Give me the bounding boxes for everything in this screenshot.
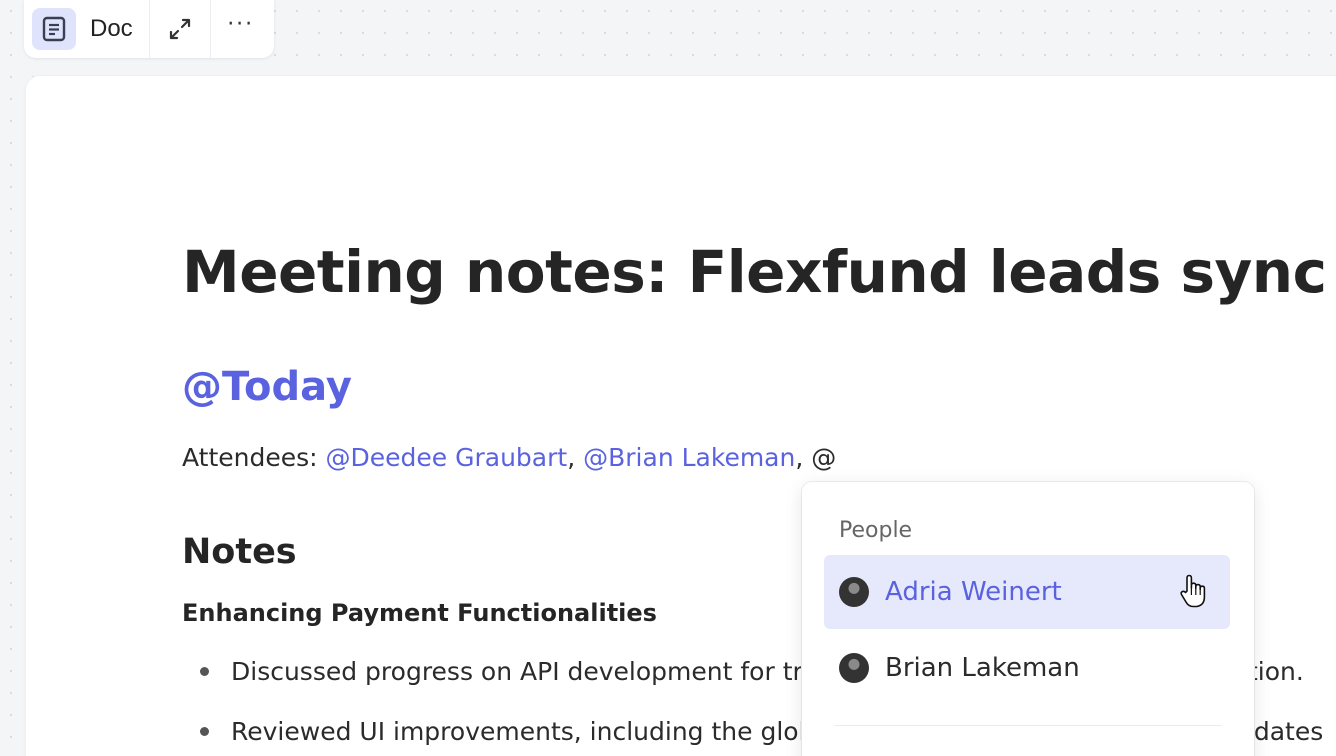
list-item-text-end: tion. [1248,657,1304,686]
doc-toolbar: Doc ··· [24,0,274,58]
doc-type-label: Doc [90,15,133,42]
document-icon [32,8,76,50]
person-name: Brian Lakeman [885,653,1080,683]
doc-type-button[interactable]: Doc [24,0,150,58]
list-item-text: Reviewed UI improvements, including the … [231,717,815,746]
date-mention[interactable]: @Today [182,364,352,410]
expand-button[interactable] [150,0,211,58]
person-option-adria-weinert[interactable]: Adria Weinert [824,555,1230,629]
attendees-line[interactable]: Attendees: @Deedee Graubart, @Brian Lake… [182,443,836,472]
list-item-text: Discussed progress on API development fo… [231,657,803,686]
expand-icon [169,18,190,40]
divider [834,725,1222,726]
bullet-icon [200,667,209,676]
mention-typing-text: , @ [795,443,837,472]
mention-popup: People Adria Weinert Brian Lakeman [802,482,1254,756]
notes-heading: Notes [182,532,297,572]
mention-deedee-graubart[interactable]: @Deedee Graubart [326,443,568,472]
more-icon: ··· [227,12,255,37]
list-item[interactable]: Reviewed UI improvements, including the … [200,717,814,746]
page-title[interactable]: Meeting notes: Flexfund leads sync [182,238,1327,306]
person-option-brian-lakeman[interactable]: Brian Lakeman [824,631,1230,705]
more-options-button[interactable]: ··· [211,0,271,58]
attendees-separator: , [567,443,584,472]
bullet-icon [200,727,209,736]
people-section-label: People [839,518,913,543]
avatar [839,577,869,607]
mention-brian-lakeman[interactable]: @Brian Lakeman [583,443,795,472]
section-subheading: Enhancing Payment Functionalities [182,599,657,627]
attendees-label: Attendees: [182,443,326,472]
person-name: Adria Weinert [885,577,1062,607]
list-item[interactable]: Discussed progress on API development fo… [200,657,803,686]
avatar [839,653,869,683]
pointer-hand-icon [1180,574,1206,608]
